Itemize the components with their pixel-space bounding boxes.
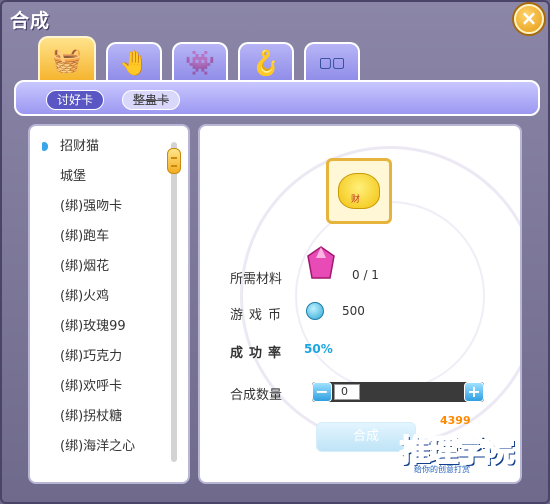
list-item[interactable]: (绑)跑车: [36, 222, 164, 252]
tab-hand[interactable]: 🤚: [106, 42, 162, 82]
list-scroll-thumb[interactable]: [167, 148, 181, 174]
close-button[interactable]: ×: [514, 4, 544, 34]
quantity-label: 合成数量: [230, 388, 283, 403]
materials-label: 所需材料: [230, 272, 283, 287]
tab-basket[interactable]: 🧺: [38, 36, 96, 82]
list-item[interactable]: (绑)巧克力: [36, 342, 164, 372]
list-item-label: (绑)火鸡: [60, 289, 110, 304]
list-item[interactable]: (绑)强吻卡: [36, 192, 164, 222]
increase-button[interactable]: +: [464, 382, 484, 402]
lucky-cat-icon: 财: [338, 173, 380, 209]
item-list: 招财猫 城堡 (绑)强吻卡 (绑)跑车 (绑)烟花 (绑)火鸡 (绑)玫瑰99 …: [36, 132, 164, 462]
list-item-label: 城堡: [60, 169, 87, 184]
grid-icon: ▢▢: [318, 55, 346, 71]
item-badge: 财: [351, 195, 361, 205]
window-title: 合成: [10, 10, 51, 32]
subtab-please-card[interactable]: 讨好卡: [46, 90, 105, 110]
basket-icon: 🧺: [52, 46, 82, 74]
list-item-label: (绑)玫瑰99: [60, 319, 126, 334]
coin-icon: [306, 302, 324, 320]
coin-label: 游戏币: [230, 308, 288, 323]
target-item-slot: 财: [326, 158, 392, 224]
list-item[interactable]: (绑)海洋之心: [36, 432, 164, 462]
list-item-label: (绑)欢呼卡: [60, 379, 123, 394]
compose-window: 合成 × 🧺 🤚 👾 🪝 ▢▢ 讨好卡 整蛊卡 招财猫 城堡 (绑)强吻卡 (绑…: [0, 0, 550, 504]
list-scrollbar[interactable]: [171, 142, 177, 462]
list-item[interactable]: (绑)玫瑰99: [36, 312, 164, 342]
selected-marker-icon: [42, 142, 48, 151]
list-item-label: (绑)跑车: [60, 229, 110, 244]
item-list-panel: 招财猫 城堡 (绑)强吻卡 (绑)跑车 (绑)烟花 (绑)火鸡 (绑)玫瑰99 …: [28, 124, 190, 484]
tab-pet[interactable]: 👾: [172, 42, 228, 82]
subtab-prank-card[interactable]: 整蛊卡: [122, 90, 181, 110]
list-item[interactable]: (绑)拐杖糖: [36, 402, 164, 432]
tab-grid[interactable]: ▢▢: [304, 42, 360, 82]
list-item-label: (绑)巧克力: [60, 349, 123, 364]
success-rate-label: 成功率: [230, 346, 288, 361]
materials-value: 0 / 1: [352, 268, 379, 282]
quantity-input[interactable]: 0: [334, 384, 360, 400]
list-item-label: (绑)烟花: [60, 259, 110, 274]
success-rate-value: 50%: [304, 342, 333, 356]
list-item[interactable]: (绑)烟花: [36, 252, 164, 282]
list-item-label: 招财猫: [60, 139, 100, 154]
list-item[interactable]: (绑)欢呼卡: [36, 372, 164, 402]
hanger-icon: 🪝: [251, 49, 281, 77]
tab-hanger[interactable]: 🪝: [238, 42, 294, 82]
pet-icon: 👾: [185, 49, 215, 77]
subtab-bar: 讨好卡 整蛊卡: [14, 80, 540, 116]
coin-value: 500: [342, 304, 365, 318]
list-item-label: (绑)海洋之心: [60, 439, 136, 454]
logo-subtitle: 给你的创意打赏: [414, 465, 470, 474]
magic-circle-inner-decoration: [295, 201, 485, 391]
gem-icon: [307, 246, 335, 279]
list-item[interactable]: (绑)火鸡: [36, 282, 164, 312]
brand-logo: 4399 推理学院 给你的创意打赏: [399, 414, 526, 480]
list-item-label: (绑)强吻卡: [60, 199, 123, 214]
quantity-stepper: − 0 +: [312, 382, 484, 402]
list-item[interactable]: 招财猫: [36, 132, 164, 162]
hand-icon: 🤚: [119, 49, 149, 77]
list-item-label: (绑)拐杖糖: [60, 409, 123, 424]
list-item[interactable]: 城堡: [36, 162, 164, 192]
decrease-button[interactable]: −: [312, 382, 332, 402]
